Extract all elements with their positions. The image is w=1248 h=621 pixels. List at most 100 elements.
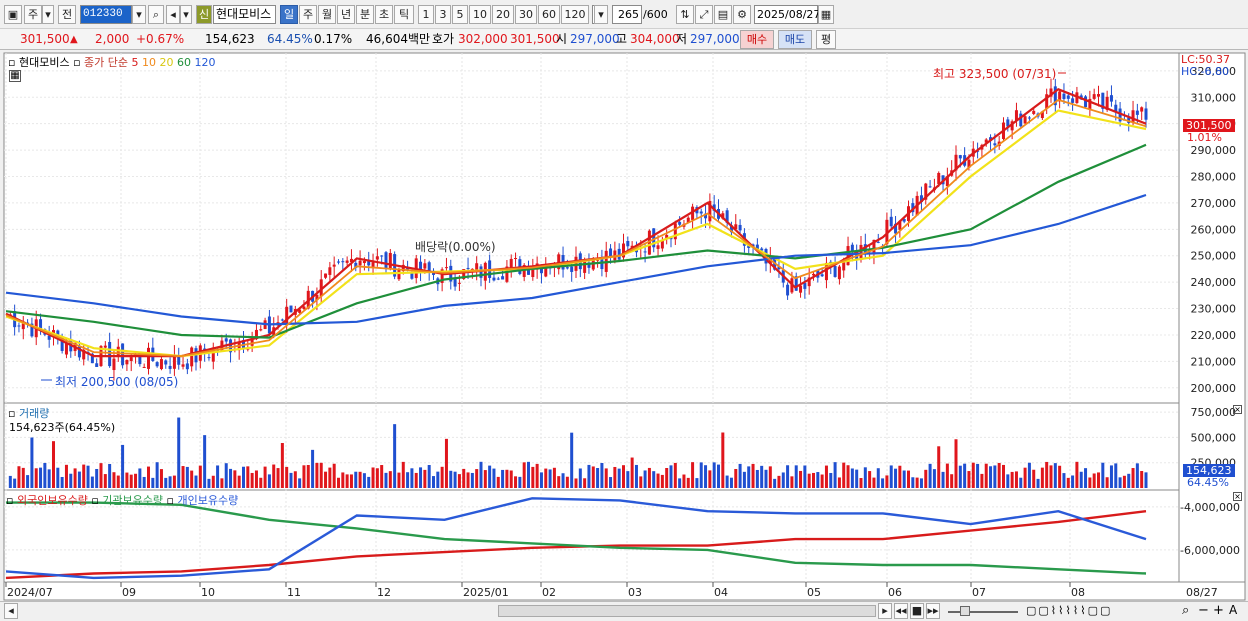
gear-icon[interactable]: ⚙ bbox=[733, 5, 751, 24]
volume-bar bbox=[794, 465, 798, 488]
volume-bar bbox=[686, 477, 690, 488]
volume-bar bbox=[717, 464, 720, 488]
rewind-icon[interactable]: ◂◂ bbox=[894, 603, 908, 619]
volume-bar bbox=[531, 466, 535, 488]
open-price: 297,000 bbox=[570, 32, 620, 46]
volume-bar bbox=[587, 464, 591, 488]
interval-10-button[interactable]: 10 bbox=[469, 5, 491, 24]
volume-bar bbox=[539, 472, 543, 488]
low-label: 저 bbox=[676, 32, 688, 46]
volume-bar bbox=[937, 446, 941, 488]
bullet-icon: ▫ bbox=[73, 56, 81, 69]
minus-icon[interactable]: − bbox=[1198, 603, 1209, 618]
close-icon[interactable]: × bbox=[1233, 492, 1242, 501]
volume-bar bbox=[254, 470, 258, 488]
volume-bar bbox=[777, 475, 781, 488]
stock-code-input[interactable]: 012330 bbox=[80, 5, 132, 24]
period-day-button[interactable]: 일 bbox=[280, 5, 298, 24]
x-tick-label: 2025/01 bbox=[463, 586, 509, 599]
candle bbox=[583, 261, 587, 273]
y-tick-label: 500,000 bbox=[1191, 431, 1237, 444]
candle bbox=[444, 267, 448, 269]
zoom-out-icon[interactable]: ⌕ bbox=[1182, 603, 1189, 618]
interval-5-button[interactable]: 5 bbox=[452, 5, 468, 24]
volume-bar bbox=[958, 465, 962, 488]
scroll-left-icon[interactable]: ◂ bbox=[4, 603, 18, 619]
bid-price: 302,000 bbox=[458, 32, 508, 46]
volume-bar bbox=[159, 469, 163, 488]
draw-icon[interactable]: ⤢ bbox=[695, 5, 713, 24]
period-month-button[interactable]: 월 bbox=[318, 5, 336, 24]
interval-20-button[interactable]: 20 bbox=[492, 5, 514, 24]
chevron-down-icon[interactable]: ▾ bbox=[180, 5, 192, 24]
volume-bar bbox=[39, 467, 43, 488]
period-week-button[interactable]: 주 bbox=[299, 5, 317, 24]
interval-60-button[interactable]: 60 bbox=[538, 5, 560, 24]
forward-icon[interactable]: ▸▸ bbox=[926, 603, 940, 619]
volume-bar bbox=[1023, 467, 1027, 488]
volume-tag-pct: 64.45% bbox=[1187, 476, 1229, 489]
volume-bar bbox=[1006, 474, 1010, 488]
save-icon[interactable]: ▤ bbox=[714, 5, 732, 24]
candle bbox=[457, 282, 461, 284]
interval-120-button[interactable]: 120 bbox=[561, 5, 589, 24]
auto-scale-icon[interactable]: A bbox=[1229, 603, 1237, 617]
search-icon[interactable]: ⌕ bbox=[148, 5, 164, 24]
zoom-slider[interactable] bbox=[948, 611, 1018, 613]
volume-bar bbox=[781, 472, 785, 488]
volume-bar bbox=[280, 443, 284, 488]
volume-bar bbox=[673, 462, 677, 488]
date-input[interactable]: 2025/08/27 bbox=[754, 5, 820, 24]
calendar-icon[interactable]: ▦ bbox=[818, 5, 834, 24]
zoom-slider-handle[interactable] bbox=[960, 606, 970, 616]
volume-bar bbox=[233, 470, 237, 488]
type-select[interactable]: 주 bbox=[24, 5, 42, 24]
volume-bar bbox=[108, 463, 112, 488]
buy-button[interactable]: 매수 bbox=[740, 30, 774, 49]
volume-bar bbox=[82, 464, 86, 488]
volume-bar bbox=[1010, 471, 1014, 488]
volume-bar bbox=[224, 463, 228, 488]
period-tick-button[interactable]: 틱 bbox=[394, 5, 414, 24]
table-icon[interactable]: ▦ bbox=[9, 70, 21, 82]
volume-bar bbox=[496, 476, 500, 488]
close-icon[interactable]: × bbox=[1233, 405, 1242, 414]
chevron-down-icon[interactable]: ▾ bbox=[42, 5, 54, 24]
period-year-button[interactable]: 년 bbox=[337, 5, 355, 24]
volume-bar bbox=[13, 478, 17, 488]
sort-icon[interactable]: ⇅ bbox=[676, 5, 694, 24]
candle bbox=[108, 341, 112, 367]
stop-icon[interactable]: ■ bbox=[910, 603, 924, 619]
plus-icon[interactable]: + bbox=[1213, 603, 1224, 618]
period-second-button[interactable]: 초 bbox=[375, 5, 393, 24]
interval-30-button[interactable]: 30 bbox=[515, 5, 537, 24]
candle bbox=[164, 360, 168, 365]
interval-1-button[interactable]: 1 bbox=[418, 5, 434, 24]
candle bbox=[699, 211, 703, 214]
candle bbox=[362, 260, 366, 264]
volume-info: 154,623주(64.45%) bbox=[9, 421, 116, 434]
sell-button[interactable]: 매도 bbox=[778, 30, 812, 49]
drawing-tools-icons[interactable]: ▢▢⌇⌇⌇⌇⌇▢▢ bbox=[1026, 604, 1112, 617]
count-input[interactable]: 265 bbox=[612, 5, 642, 24]
flat-button[interactable]: 평 bbox=[816, 30, 836, 49]
volume-bar bbox=[375, 468, 379, 488]
x-tick-label: 02 bbox=[542, 586, 556, 599]
y-tick-label: 220,000 bbox=[1191, 329, 1237, 342]
chevron-down-icon[interactable]: ▾ bbox=[594, 5, 608, 24]
chevron-down-icon[interactable]: ▾ bbox=[132, 5, 146, 24]
period-minute-button[interactable]: 분 bbox=[356, 5, 374, 24]
volume-bar bbox=[362, 473, 366, 488]
volume-bar bbox=[1066, 477, 1070, 488]
scroll-right-icon[interactable]: ▸ bbox=[878, 603, 892, 619]
interval-3-button[interactable]: 3 bbox=[435, 5, 451, 24]
bullet-icon: ▫ bbox=[91, 494, 99, 507]
scrollbar-thumb[interactable] bbox=[498, 605, 876, 617]
volume-bar bbox=[574, 478, 578, 488]
period-select[interactable]: 전 bbox=[58, 5, 76, 24]
window-icon[interactable]: ▣ bbox=[4, 5, 22, 24]
candle bbox=[341, 261, 345, 263]
volume-bar bbox=[1027, 462, 1031, 488]
legend-ma20: 20 bbox=[159, 56, 174, 69]
speaker-icon[interactable]: ◂ bbox=[166, 5, 180, 24]
